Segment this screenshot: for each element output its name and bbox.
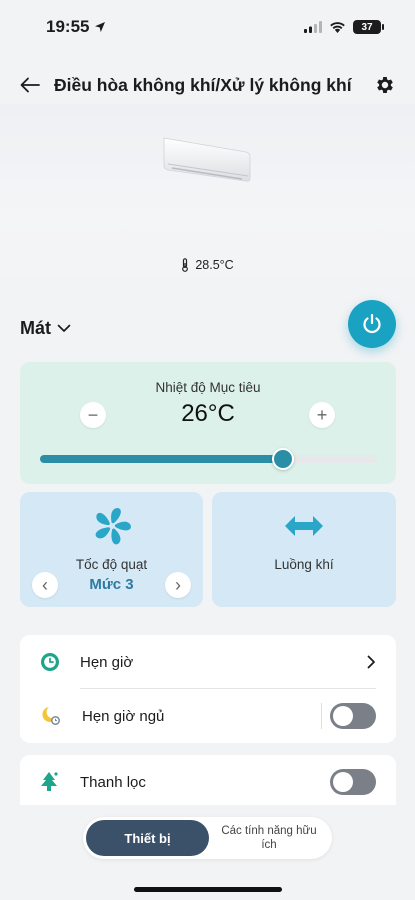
status-icons: 37 <box>304 20 384 34</box>
purify-label: Thanh lọc <box>80 773 146 791</box>
target-temperature-value: 26°C <box>181 400 235 427</box>
airflow-label: Luồng khí <box>274 557 334 572</box>
purify-row: Thanh lọc <box>20 755 396 805</box>
temperature-slider-fill <box>40 455 283 463</box>
chevron-down-icon <box>57 324 71 332</box>
divider <box>321 703 322 729</box>
bottom-bar: Thiết bị Các tính năng hữu ích <box>0 805 415 900</box>
fan-speed-card: Tốc độ quạt Mức 3 ‹ › <box>20 492 203 607</box>
airflow-card[interactable]: Luồng khí <box>212 492 396 607</box>
air-conditioner-illustration <box>163 137 251 182</box>
location-arrow-icon <box>95 22 106 32</box>
header: Điều hòa không khí/Xử lý không khí <box>0 66 415 104</box>
target-temperature-label: Nhiệt độ Mục tiêu <box>155 380 261 395</box>
fan-icon <box>95 508 131 545</box>
mode-selector[interactable]: Mát <box>20 318 71 339</box>
chevron-right-icon: › <box>175 574 181 595</box>
bottom-tab-switcher: Thiết bị Các tính năng hữu ích <box>83 817 332 859</box>
wifi-icon <box>330 22 345 33</box>
clock-icon <box>41 653 59 671</box>
mode-label: Mát <box>20 318 51 338</box>
thermometer-icon <box>182 258 189 272</box>
gear-icon <box>377 77 393 93</box>
room-temperature: 28.5°C <box>0 258 415 272</box>
status-time: 19:55 <box>46 17 106 37</box>
arrow-left-icon <box>20 77 40 93</box>
fan-speed-label: Tốc độ quạt <box>75 557 148 572</box>
clock-text: 19:55 <box>46 17 90 36</box>
increase-temperature-button[interactable]: + <box>309 402 335 428</box>
battery-level: 37 <box>361 21 373 33</box>
back-button[interactable] <box>16 71 44 99</box>
purify-card: Thanh lọc <box>20 755 396 805</box>
timer-row[interactable]: Hẹn giờ <box>20 635 396 689</box>
status-bar: 19:55 37 <box>0 0 415 54</box>
tree-sparkle-icon <box>41 772 58 791</box>
home-indicator <box>134 887 282 892</box>
timer-label: Hẹn giờ <box>80 653 134 671</box>
temperature-slider[interactable] <box>40 448 377 470</box>
sleep-timer-row: Hẹn giờ ngủ <box>20 689 396 743</box>
tab-useful-features[interactable]: Các tính năng hữu ích <box>209 820 329 856</box>
purify-toggle[interactable] <box>330 769 376 795</box>
timer-settings-card: Hẹn giờ Hẹn giờ ngủ <box>20 635 396 743</box>
tab-device[interactable]: Thiết bị <box>86 820 209 856</box>
decrease-temperature-button[interactable]: − <box>80 402 106 428</box>
target-temperature-card: Nhiệt độ Mục tiêu 26°C − + <box>20 362 396 484</box>
chevron-right-icon <box>367 655 375 669</box>
power-icon <box>363 313 381 334</box>
temperature-slider-thumb[interactable] <box>271 448 294 470</box>
room-temperature-value: 28.5°C <box>195 258 234 272</box>
sleep-timer-toggle[interactable] <box>330 703 376 729</box>
power-button[interactable] <box>348 300 396 348</box>
minus-icon: − <box>87 404 99 425</box>
fan-speed-decrease-button[interactable]: ‹ <box>32 572 58 598</box>
swing-arrows-icon <box>285 516 323 536</box>
battery-icon: 37 <box>353 20 384 34</box>
chevron-left-icon: ‹ <box>42 574 48 595</box>
plus-icon: + <box>316 404 328 425</box>
sleep-timer-icon <box>42 707 60 725</box>
cellular-signal-icon <box>304 21 322 33</box>
settings-button[interactable] <box>371 71 399 99</box>
page-title: Điều hòa không khí/Xử lý không khí <box>54 74 352 95</box>
sleep-timer-label: Hẹn giờ ngủ <box>82 707 165 725</box>
fan-speed-increase-button[interactable]: › <box>165 572 191 598</box>
